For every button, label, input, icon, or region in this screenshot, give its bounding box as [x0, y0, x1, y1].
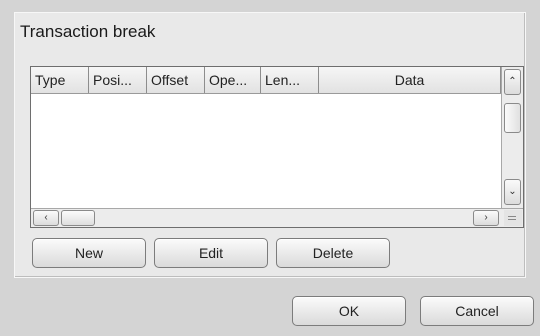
- scroll-right-button[interactable]: ›: [473, 210, 499, 226]
- scroll-up-button[interactable]: ⌃: [504, 69, 521, 95]
- ok-button[interactable]: OK: [292, 296, 406, 326]
- column-header-operator[interactable]: Ope...: [205, 67, 261, 93]
- vertical-scrollbar[interactable]: ⌃ ⌄: [501, 67, 523, 208]
- column-header-data[interactable]: Data: [319, 67, 501, 93]
- column-header-offset[interactable]: Offset: [147, 67, 205, 93]
- transaction-break-dialog: Transaction break Type Posi... Offset Op…: [0, 0, 540, 336]
- horizontal-scroll-thumb[interactable]: [61, 210, 95, 226]
- delete-button[interactable]: Delete: [276, 238, 390, 268]
- chevron-left-icon: ‹: [44, 212, 48, 223]
- scroll-left-button[interactable]: ‹: [33, 210, 59, 226]
- transaction-table[interactable]: Type Posi... Offset Ope... Len... Data ⌃…: [30, 66, 524, 228]
- column-header-type[interactable]: Type: [31, 67, 89, 93]
- chevron-down-icon: ⌄: [508, 186, 517, 197]
- scroll-down-button[interactable]: ⌄: [504, 179, 521, 205]
- edit-button[interactable]: Edit: [154, 238, 268, 268]
- chevron-right-icon: ›: [484, 212, 488, 223]
- vertical-scroll-thumb[interactable]: [504, 103, 521, 133]
- resize-grip-icon: [508, 219, 516, 220]
- chevron-up-icon: ⌃: [508, 76, 517, 87]
- column-header-length[interactable]: Len...: [261, 67, 319, 93]
- column-header-position[interactable]: Posi...: [89, 67, 147, 93]
- group-title: Transaction break: [20, 22, 156, 41]
- horizontal-scrollbar[interactable]: ‹ ›: [31, 208, 523, 227]
- cancel-button[interactable]: Cancel: [420, 296, 534, 326]
- table-body[interactable]: [31, 94, 501, 208]
- new-button[interactable]: New: [32, 238, 146, 268]
- table-header: Type Posi... Offset Ope... Len... Data: [31, 67, 501, 94]
- scrollbar-corner: [504, 210, 522, 226]
